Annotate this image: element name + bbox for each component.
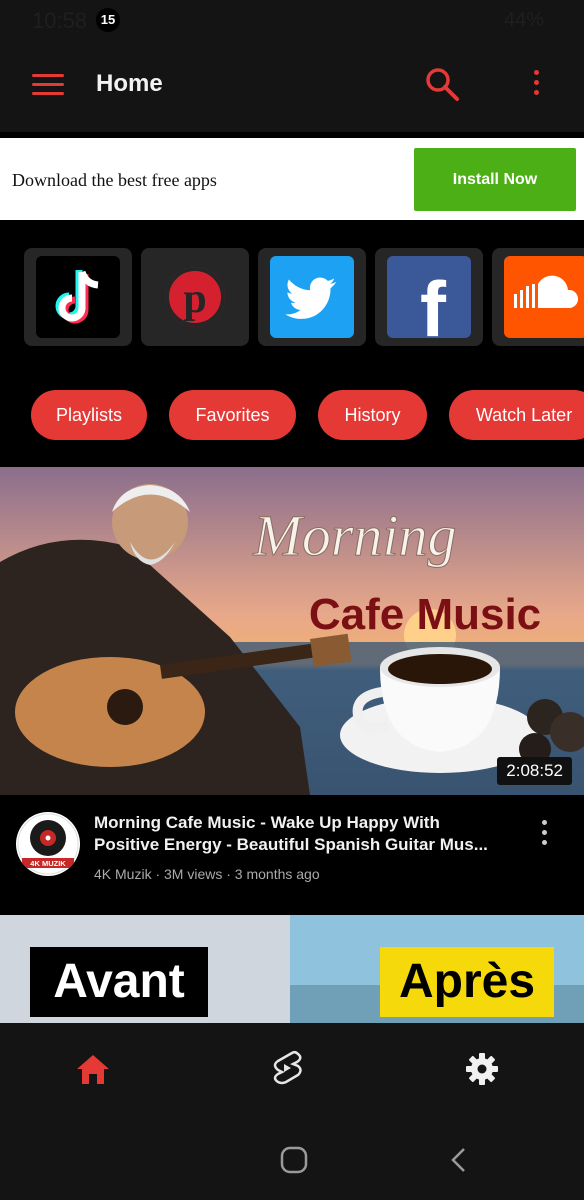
- top-app-bar: Home: [0, 40, 584, 132]
- filter-chips: Playlists Favorites History Watch Later: [0, 390, 584, 440]
- pinterest-icon: p: [153, 256, 237, 338]
- video-more-icon[interactable]: [536, 820, 552, 852]
- ad-banner: Download the best free apps Install Now: [0, 138, 584, 220]
- channel-logo-text: 4K MUZIK: [30, 859, 66, 868]
- overflow-menu-icon[interactable]: [528, 70, 544, 102]
- search-icon[interactable]: [424, 66, 460, 102]
- video-title-line-1: Morning Cafe Music - Wake Up Happy With: [94, 813, 440, 832]
- bottom-navigation: [0, 1023, 584, 1120]
- system-home-icon[interactable]: [280, 1146, 308, 1174]
- video-title-line-2: Positive Energy - Beautiful Spanish Guit…: [94, 835, 488, 854]
- apres-label: Après: [398, 955, 536, 1008]
- app-twitter[interactable]: [258, 248, 366, 346]
- notification-badge: 15: [96, 8, 120, 32]
- video-title[interactable]: Morning Cafe Music - Wake Up Happy With …: [94, 812, 514, 856]
- settings-icon[interactable]: [465, 1052, 499, 1086]
- chip-favorites[interactable]: Favorites: [169, 390, 296, 440]
- thumbnail-title-cafe-music: Cafe Music: [309, 590, 541, 639]
- ad-text: Download the best free apps: [12, 170, 217, 190]
- soundcloud-icon: [504, 256, 584, 338]
- channel-avatar[interactable]: 4K MUZIK: [16, 812, 80, 876]
- battery-level: 44%: [503, 9, 544, 31]
- video-meta: 4K Muzik · 3M views · 3 months ago: [94, 866, 320, 882]
- tiktok-icon: [36, 256, 120, 338]
- page-title: Home: [96, 70, 163, 97]
- install-now-button[interactable]: Install Now: [414, 148, 576, 211]
- thumbnail-title-morning: Morning: [253, 503, 457, 568]
- shorts-icon[interactable]: [270, 1049, 304, 1087]
- app-facebook[interactable]: f: [375, 248, 483, 346]
- facebook-icon: f: [387, 256, 471, 338]
- svg-text:f: f: [420, 265, 447, 338]
- menu-icon[interactable]: [32, 74, 64, 96]
- chip-playlists[interactable]: Playlists: [31, 390, 147, 440]
- video-thumbnail[interactable]: Morning Cafe Music 2:08:52: [0, 467, 584, 795]
- video-thumbnail-2[interactable]: Avant Après: [0, 915, 584, 1025]
- app-pinterest[interactable]: p: [141, 248, 249, 346]
- chip-watch-later[interactable]: Watch Later: [449, 390, 584, 440]
- avant-label: Avant: [53, 955, 185, 1008]
- chip-history[interactable]: History: [318, 390, 427, 440]
- svg-text:p: p: [183, 276, 206, 322]
- status-time: 10:58: [32, 8, 88, 33]
- system-navigation-bar: [0, 1120, 584, 1200]
- app-tiktok[interactable]: [24, 248, 132, 346]
- twitter-icon: [270, 256, 354, 338]
- app-soundcloud[interactable]: [492, 248, 584, 346]
- status-bar: 10:58 15 44%: [0, 0, 584, 40]
- home-icon[interactable]: [76, 1053, 110, 1085]
- social-apps-row: p f: [24, 248, 584, 346]
- video-duration: 2:08:52: [497, 757, 572, 785]
- system-back-icon[interactable]: [448, 1146, 468, 1174]
- thumbnail-artwork: Morning Cafe Music: [0, 467, 584, 795]
